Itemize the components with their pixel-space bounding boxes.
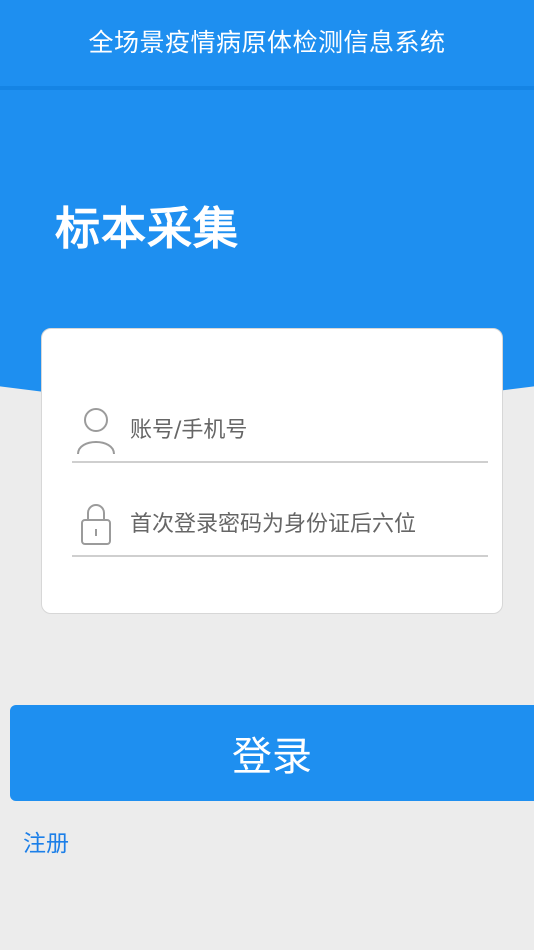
login-card	[41, 328, 503, 614]
password-field	[72, 493, 488, 557]
app-header: 全场景疫情病原体检测信息系统	[0, 0, 534, 82]
lock-icon	[72, 500, 120, 548]
page-title: 标本采集	[55, 202, 240, 255]
user-icon	[72, 404, 120, 456]
header-divider	[0, 86, 534, 90]
register-link[interactable]: 注册	[23, 824, 69, 858]
account-input[interactable]	[130, 406, 460, 454]
app-title: 全场景疫情病原体检测信息系统	[88, 28, 446, 57]
login-button[interactable]: 登录	[10, 705, 534, 801]
password-input[interactable]	[130, 500, 460, 548]
account-field	[72, 399, 488, 463]
